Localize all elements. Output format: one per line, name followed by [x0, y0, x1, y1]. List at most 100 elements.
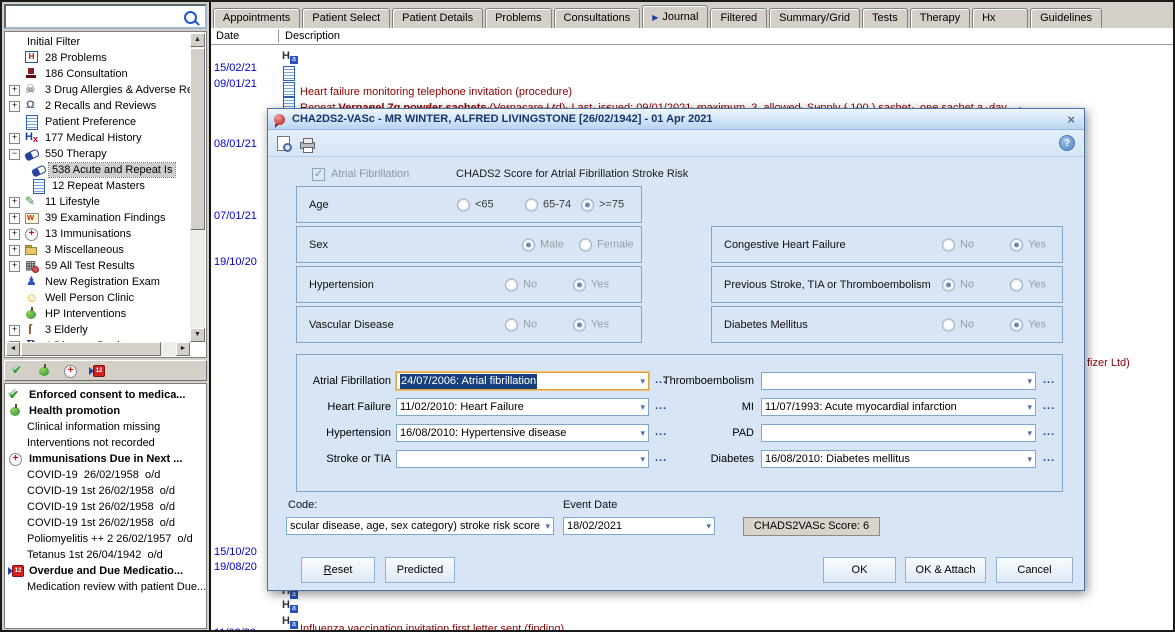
chevron-down-icon[interactable]: ▾	[1027, 374, 1032, 389]
tab-patient-select[interactable]: Patient Select	[302, 8, 390, 28]
tree-vertical-scrollbar[interactable]: ▲ ▼	[190, 33, 205, 342]
ok-attach-button[interactable]: OK & Attach	[905, 557, 986, 583]
radio-stroke-no[interactable]: No	[942, 278, 974, 291]
radio-diabetes-yes[interactable]: Yes	[1010, 318, 1046, 331]
radio-stroke-yes[interactable]: Yes	[1010, 278, 1046, 291]
diabetes-select[interactable]: 16/08/2010: Diabetes mellitus▾	[761, 450, 1036, 468]
alert-immunisations-due[interactable]: Immunisations Due in Next ...	[5, 451, 206, 467]
alert-item[interactable]: Medication review with patient Due...	[5, 579, 206, 595]
radio-age-65-74[interactable]: 65-74	[525, 198, 571, 211]
alert-item[interactable]: COVID-19 1st 26/02/1958 o/d	[5, 483, 206, 499]
alert-item[interactable]: Interventions not recorded	[5, 435, 206, 451]
expand-plus-icon[interactable]	[9, 245, 20, 256]
radio-icon[interactable]	[579, 238, 592, 251]
tab-tests[interactable]: Tests	[862, 8, 908, 28]
radio-icon[interactable]	[457, 198, 470, 211]
radio-sex-male[interactable]: Male	[522, 238, 564, 251]
search-icon[interactable]	[184, 11, 197, 24]
radio-diabetes-no[interactable]: No	[942, 318, 974, 331]
radio-sex-female[interactable]: Female	[579, 238, 634, 251]
tree-item-therapy[interactable]: 550 Therapy	[7, 146, 191, 162]
collapse-minus-icon[interactable]	[9, 149, 20, 160]
radio-icon[interactable]	[525, 198, 538, 211]
tree-item-initial-filter[interactable]: Initial Filter	[7, 34, 191, 50]
chevron-down-icon[interactable]: ▾	[1027, 400, 1032, 415]
predicted-button[interactable]: Predicted	[385, 557, 455, 583]
radio-icon[interactable]	[573, 278, 586, 291]
scroll-right-button[interactable]: ►	[176, 342, 190, 356]
expand-plus-icon[interactable]	[9, 101, 20, 112]
code-select[interactable]: scular disease, age, sex category) strok…	[286, 517, 554, 535]
close-icon[interactable]: ×	[1064, 113, 1078, 126]
atrial-fibrillation-select[interactable]: 24/07/2006: Atrial fibrillation▾	[396, 372, 649, 390]
ellipsis-button[interactable]	[1043, 398, 1055, 415]
thromboembolism-select[interactable]: ▾	[761, 372, 1036, 390]
radio-icon[interactable]	[942, 318, 955, 331]
radio-vascular-no[interactable]: No	[505, 318, 537, 331]
tab-therapy[interactable]: Therapy	[910, 8, 970, 28]
tree-item-consultation[interactable]: 186 Consultation	[7, 66, 191, 82]
radio-age-lt65[interactable]: <65	[457, 198, 494, 211]
ellipsis-button[interactable]	[1043, 450, 1055, 467]
alert-item[interactable]: COVID-19 26/02/1958 o/d	[5, 467, 206, 483]
radio-icon[interactable]	[942, 278, 955, 291]
radio-hypertension-yes[interactable]: Yes	[573, 278, 609, 291]
tree-item-miscellaneous[interactable]: 3 Miscellaneous	[7, 242, 191, 258]
expand-plus-icon[interactable]	[9, 261, 20, 272]
health-promotion-icon[interactable]	[37, 364, 53, 378]
radio-age-ge75[interactable]: >=75	[581, 198, 624, 211]
mi-select[interactable]: 11/07/1993: Acute myocardial infarction▾	[761, 398, 1036, 416]
journal-row[interactable]: 15/02/21 Heart failure monitoring teleph…	[211, 50, 1173, 65]
radio-chf-yes[interactable]: Yes	[1010, 238, 1046, 251]
alert-enforced-consent[interactable]: Enforced consent to medica...	[5, 387, 206, 403]
immunisation-icon[interactable]	[63, 364, 79, 378]
help-icon[interactable]: ?	[1059, 135, 1075, 151]
alert-item[interactable]: Tetanus 1st 26/04/1942 o/d	[5, 547, 206, 563]
scroll-down-button[interactable]: ▼	[190, 328, 205, 342]
tab-summary-grid[interactable]: Summary/Grid	[769, 8, 860, 28]
ellipsis-button[interactable]	[1043, 372, 1055, 389]
print-preview-icon[interactable]	[277, 136, 290, 151]
scroll-left-button[interactable]: ◄	[6, 342, 20, 356]
tree-item-immunisations[interactable]: 13 Immunisations	[7, 226, 191, 242]
tree-item-recalls[interactable]: 2 Recalls and Reviews	[7, 98, 191, 114]
tree-item-medical-history[interactable]: 177 Medical History	[7, 130, 191, 146]
radio-icon[interactable]	[573, 318, 586, 331]
tree-item-well-person[interactable]: Well Person Clinic	[7, 290, 191, 306]
stroke-tia-select[interactable]: ▾	[396, 450, 649, 468]
radio-vascular-yes[interactable]: Yes	[573, 318, 609, 331]
heart-failure-select[interactable]: 11/02/2010: Heart Failure▾	[396, 398, 649, 416]
tab-filtered[interactable]: Filtered	[710, 8, 767, 28]
journal-row[interactable]: 11/08/20 SMS text sent to patient Test	[211, 615, 1173, 630]
expand-plus-icon[interactable]	[9, 229, 20, 240]
expand-plus-icon[interactable]	[9, 133, 20, 144]
tab-patient-details[interactable]: Patient Details	[392, 8, 483, 28]
search-input[interactable]	[4, 4, 207, 29]
alert-overdue-medication[interactable]: Overdue and Due Medicatio...	[5, 563, 206, 579]
alert-item[interactable]: COVID-19 1st 26/02/1958 o/d	[5, 515, 206, 531]
expand-plus-icon[interactable]	[9, 213, 20, 224]
expand-plus-icon[interactable]	[9, 197, 20, 208]
scrollbar-thumb[interactable]	[190, 48, 205, 230]
tree-item-hp-interventions[interactable]: HP Interventions	[7, 306, 191, 322]
tab-appointments[interactable]: Appointments	[213, 8, 300, 28]
tree-item-drug-allergies[interactable]: 3 Drug Allergies & Adverse Re	[7, 82, 191, 98]
ok-button[interactable]: OK	[823, 557, 896, 583]
tree-item-new-registration[interactable]: New Registration Exam	[7, 274, 191, 290]
tree-item-problems[interactable]: 28 Problems	[7, 50, 191, 66]
alert-item[interactable]: COVID-19 1st 26/02/1958 o/d	[5, 499, 206, 515]
alert-health-promotion[interactable]: Health promotion	[5, 403, 206, 419]
tree-item-lifestyle[interactable]: 11 Lifestyle	[7, 194, 191, 210]
journal-row[interactable]: Repeat Doptelet 20mg tablets (Swedish Or…	[211, 82, 1173, 97]
scroll-up-button[interactable]: ▲	[190, 33, 205, 47]
radio-hypertension-no[interactable]: No	[505, 278, 537, 291]
event-date-select[interactable]: 18/02/2021▾	[563, 517, 715, 535]
chevron-down-icon[interactable]: ▾	[545, 519, 550, 534]
ellipsis-button[interactable]	[1043, 424, 1055, 441]
radio-chf-no[interactable]: No	[942, 238, 974, 251]
reset-button[interactable]: Reset	[301, 557, 375, 583]
dialog-title-bar[interactable]: CHA2DS2-VASc - MR WINTER, ALFRED LIVINGS…	[268, 109, 1084, 130]
alert-item[interactable]: Poliomyelitis ++ 2 26/02/1957 o/d	[5, 531, 206, 547]
tab-consultations[interactable]: Consultations	[554, 8, 641, 28]
radio-icon[interactable]	[581, 198, 594, 211]
